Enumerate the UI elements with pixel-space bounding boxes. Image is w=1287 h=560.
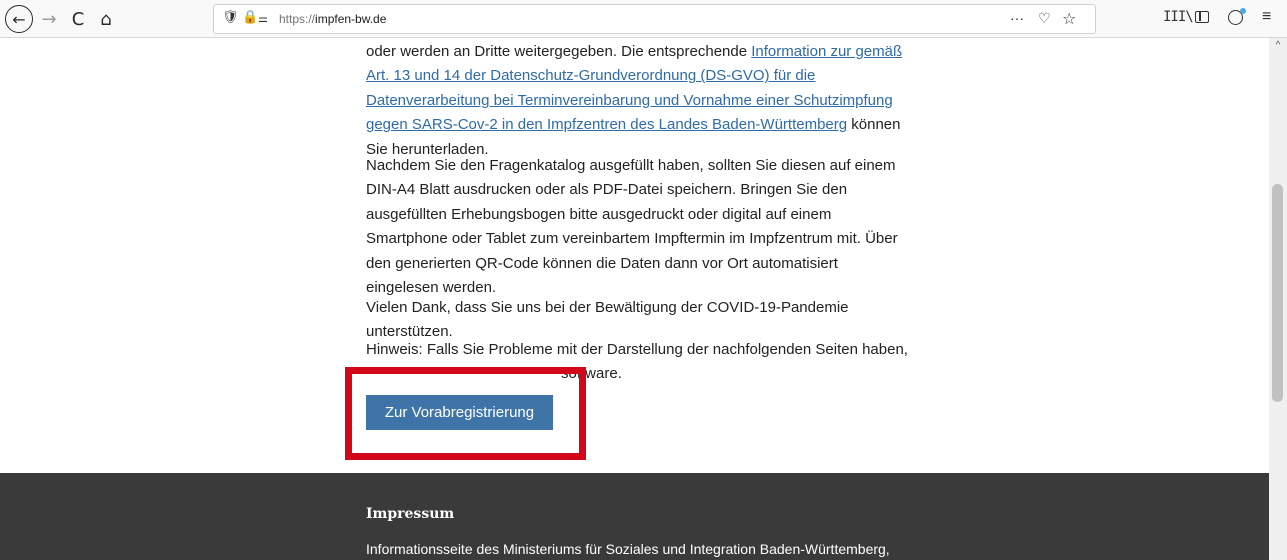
home-icon[interactable]: ⌂ (94, 6, 118, 32)
privacy-lead: oder werden an Dritte weitergegeben. Die… (366, 43, 752, 60)
browser-toolbar: ← → C ⌂ 🛡 🔒 ⚌ https://impfen-bw.de ··· ♡… (0, 0, 1287, 38)
scrollbar[interactable]: ^ (1269, 38, 1287, 560)
forward-arrow-icon[interactable]: → (37, 6, 61, 32)
url-text[interactable]: https://impfen-bw.de (279, 12, 386, 26)
instructions-paragraph: Nachdem Sie den Fragenkatalog ausgefüllt… (366, 157, 898, 297)
footer-text: Informationsseite des Ministeriums für S… (366, 541, 890, 557)
bookmark-star-icon[interactable]: ☆ (1062, 9, 1076, 29)
back-arrow-icon[interactable]: ← (5, 5, 33, 33)
privacy-paragraph: oder werden an Dritte weitergegeben. Die… (366, 40, 911, 162)
notification-dot (1240, 8, 1246, 14)
shield-icon[interactable]: 🛡 (222, 10, 239, 25)
permissions-icon[interactable]: ⚌ (258, 12, 268, 25)
url-domain: impfen-bw.de (315, 12, 387, 26)
scroll-up-arrow-icon[interactable]: ^ (1269, 40, 1287, 51)
highlight-annotation-frame (345, 367, 586, 460)
hamburger-menu-icon[interactable]: ≡ (1262, 8, 1271, 26)
page-actions-icon[interactable]: ··· (1010, 10, 1024, 26)
sidebar-icon[interactable] (1195, 11, 1209, 23)
footer-title: Impressum (366, 506, 455, 522)
url-prefix: https:// (279, 12, 316, 26)
lock-icon[interactable]: 🔒 (242, 10, 258, 25)
scrollbar-thumb[interactable] (1272, 184, 1283, 402)
hint-line-1: Hinweis: Falls Sie Probleme mit der Dars… (366, 341, 908, 358)
address-bar[interactable]: 🛡 🔒 ⚌ https://impfen-bw.de ··· ♡ ☆ (213, 4, 1096, 34)
reload-icon[interactable]: C (66, 6, 90, 32)
library-icon[interactable]: III\ (1163, 9, 1194, 25)
pocket-icon[interactable]: ♡ (1038, 10, 1051, 27)
footer: Impressum Informationsseite des Minister… (0, 473, 1269, 560)
